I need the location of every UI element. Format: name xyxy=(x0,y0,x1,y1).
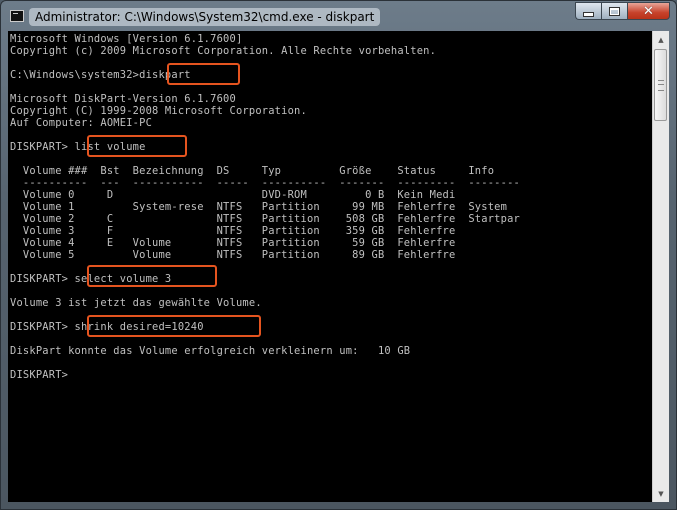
grip-icon xyxy=(658,80,664,91)
console-line: Volume 3 ist jetzt das gewählte Volume. xyxy=(10,297,262,309)
highlight-list-volume xyxy=(87,135,187,157)
table-row: Volume 3 F NTFS Partition 359 GB Fehlerf… xyxy=(10,225,456,237)
highlight-diskpart xyxy=(167,63,240,85)
close-button[interactable]: ✕ xyxy=(627,2,670,20)
caption-buttons: ✕ xyxy=(575,2,670,21)
table-row: Volume 0 D DVD-ROM 0 B Kein Medi xyxy=(10,189,456,201)
console-line: Copyright (c) 2009 Microsoft Corporation… xyxy=(10,45,437,57)
minimize-icon xyxy=(583,12,594,17)
console-line: DiskPart konnte das Volume erfolgreich v… xyxy=(10,345,411,357)
scroll-down-icon[interactable]: ▼ xyxy=(653,485,669,502)
title-bar[interactable]: Administrator: C:\Windows\System32\cmd.e… xyxy=(1,1,676,31)
highlight-select-volume xyxy=(87,265,217,287)
console-prompt[interactable]: DISKPART> xyxy=(10,369,75,381)
maximize-button[interactable] xyxy=(601,2,627,20)
table-row: Volume 2 C NTFS Partition 508 GB Fehlerf… xyxy=(10,213,520,225)
table-header: Volume ### Bst Bezeichnung DS Typ Größe … xyxy=(10,165,495,177)
close-icon: ✕ xyxy=(643,3,654,19)
console-line: Auf Computer: AOMEI-PC xyxy=(10,117,153,129)
console-line: Microsoft DiskPart-Version 6.1.7600 xyxy=(10,93,236,105)
cmd-window: Administrator: C:\Windows\System32\cmd.e… xyxy=(0,0,677,510)
cmd-icon[interactable] xyxy=(10,10,24,22)
console-line: Microsoft Windows [Version 6.1.7600] xyxy=(10,33,243,45)
console-line: C:\Windows\system32>diskpart xyxy=(10,69,191,81)
scroll-up-icon[interactable]: ▲ xyxy=(653,31,669,48)
console-output[interactable]: Microsoft Windows [Version 6.1.7600] Cop… xyxy=(8,31,652,502)
table-row: Volume 1 System-rese NTFS Partition 99 M… xyxy=(10,201,508,213)
console-line: Copyright (C) 1999-2008 Microsoft Corpor… xyxy=(10,105,307,117)
scrollbar-thumb[interactable] xyxy=(654,49,667,121)
maximize-icon xyxy=(609,6,620,16)
minimize-button[interactable] xyxy=(575,2,601,20)
window-title: Administrator: C:\Windows\System32\cmd.e… xyxy=(29,8,381,26)
table-row: Volume 4 E Volume NTFS Partition 59 GB F… xyxy=(10,237,456,249)
table-separator: ---------- --- ----------- ----- -------… xyxy=(10,177,520,189)
vertical-scrollbar[interactable]: ▲ ▼ xyxy=(652,31,669,502)
table-row: Volume 5 Volume NTFS Partition 89 GB Feh… xyxy=(10,249,456,261)
highlight-shrink-command xyxy=(87,315,261,337)
